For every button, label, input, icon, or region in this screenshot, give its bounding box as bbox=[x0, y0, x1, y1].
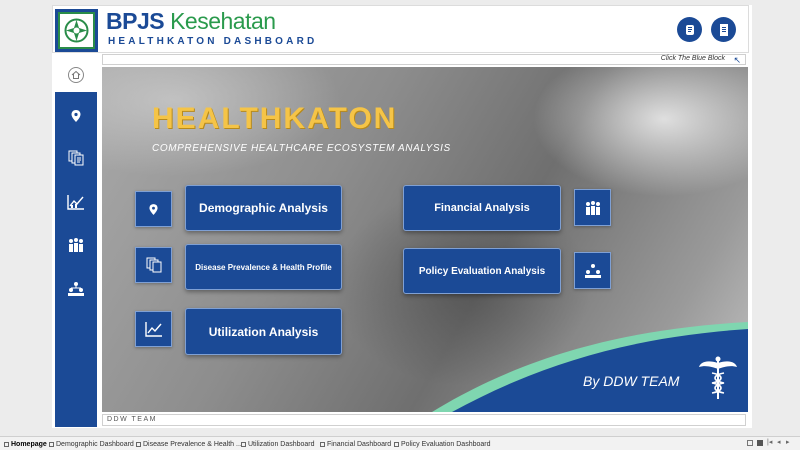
tab-policy-evaluation-dashboard[interactable]: Policy Evaluation Dashboard bbox=[394, 438, 491, 450]
home-button[interactable] bbox=[55, 60, 97, 90]
document-button[interactable] bbox=[711, 17, 736, 42]
grid-icon bbox=[241, 441, 246, 447]
sheet-list-icon[interactable] bbox=[757, 440, 763, 446]
info-button[interactable] bbox=[677, 17, 702, 42]
head-info-icon bbox=[685, 24, 694, 35]
tab-utilization-dashboard[interactable]: Utilization Dashboard bbox=[241, 438, 315, 450]
people-group-icon[interactable] bbox=[66, 235, 86, 255]
tab-financial-dashboard[interactable]: Financial Dashboard bbox=[320, 438, 391, 450]
brand-subtitle: HEALTHKATON DASHBOARD bbox=[108, 36, 318, 47]
grid-icon bbox=[136, 441, 141, 447]
sheet-grid-icon[interactable] bbox=[747, 440, 753, 446]
tab-demographic-dashboard[interactable]: Demographic Dashboard bbox=[49, 438, 134, 450]
brand-title: BPJS Kesehatan bbox=[106, 8, 276, 34]
grid-icon bbox=[320, 441, 325, 447]
hero-banner: HEALTHKATON COMPREHENSIVE HEALTHCARE ECO… bbox=[102, 67, 748, 412]
hierarchy-icon[interactable] bbox=[66, 279, 86, 299]
grid-icon bbox=[394, 441, 399, 447]
chart-icon[interactable] bbox=[66, 192, 86, 212]
tab-disease-prevalence[interactable]: Disease Prevalence & Health ... bbox=[136, 438, 242, 450]
bpjs-logo bbox=[55, 9, 98, 52]
sheet-tab-bar: Homepage Demographic Dashboard Disease P… bbox=[0, 436, 800, 450]
app-window: BPJS Kesehatan HEALTHKATON DASHBOARD Clic… bbox=[0, 0, 800, 450]
hint-text: Click The Blue Block bbox=[660, 55, 725, 62]
tab-homepage[interactable]: Homepage bbox=[4, 438, 47, 450]
prev-sheet-icon[interactable]: ◂ bbox=[777, 439, 783, 446]
footer-strip: DDW TEAM bbox=[102, 414, 746, 426]
document-icon bbox=[719, 23, 728, 36]
home-icon bbox=[68, 67, 84, 83]
sidebar bbox=[55, 92, 97, 427]
grid-icon bbox=[49, 441, 54, 447]
cursor-icon: ↖ bbox=[733, 55, 741, 65]
grid-icon bbox=[4, 441, 9, 447]
documents-icon[interactable] bbox=[66, 148, 86, 168]
wave-decoration bbox=[432, 322, 748, 412]
team-credit: By DDW TEAM bbox=[583, 373, 680, 389]
caduceus-icon bbox=[699, 356, 737, 399]
footer-text: DDW TEAM bbox=[107, 416, 157, 423]
location-pin-icon[interactable] bbox=[66, 106, 86, 126]
hint-strip: Click The Blue Block ↖ bbox=[102, 54, 746, 65]
next-sheet-icon[interactable]: ▸ bbox=[786, 439, 792, 446]
first-sheet-icon[interactable]: |◂ bbox=[767, 439, 773, 446]
